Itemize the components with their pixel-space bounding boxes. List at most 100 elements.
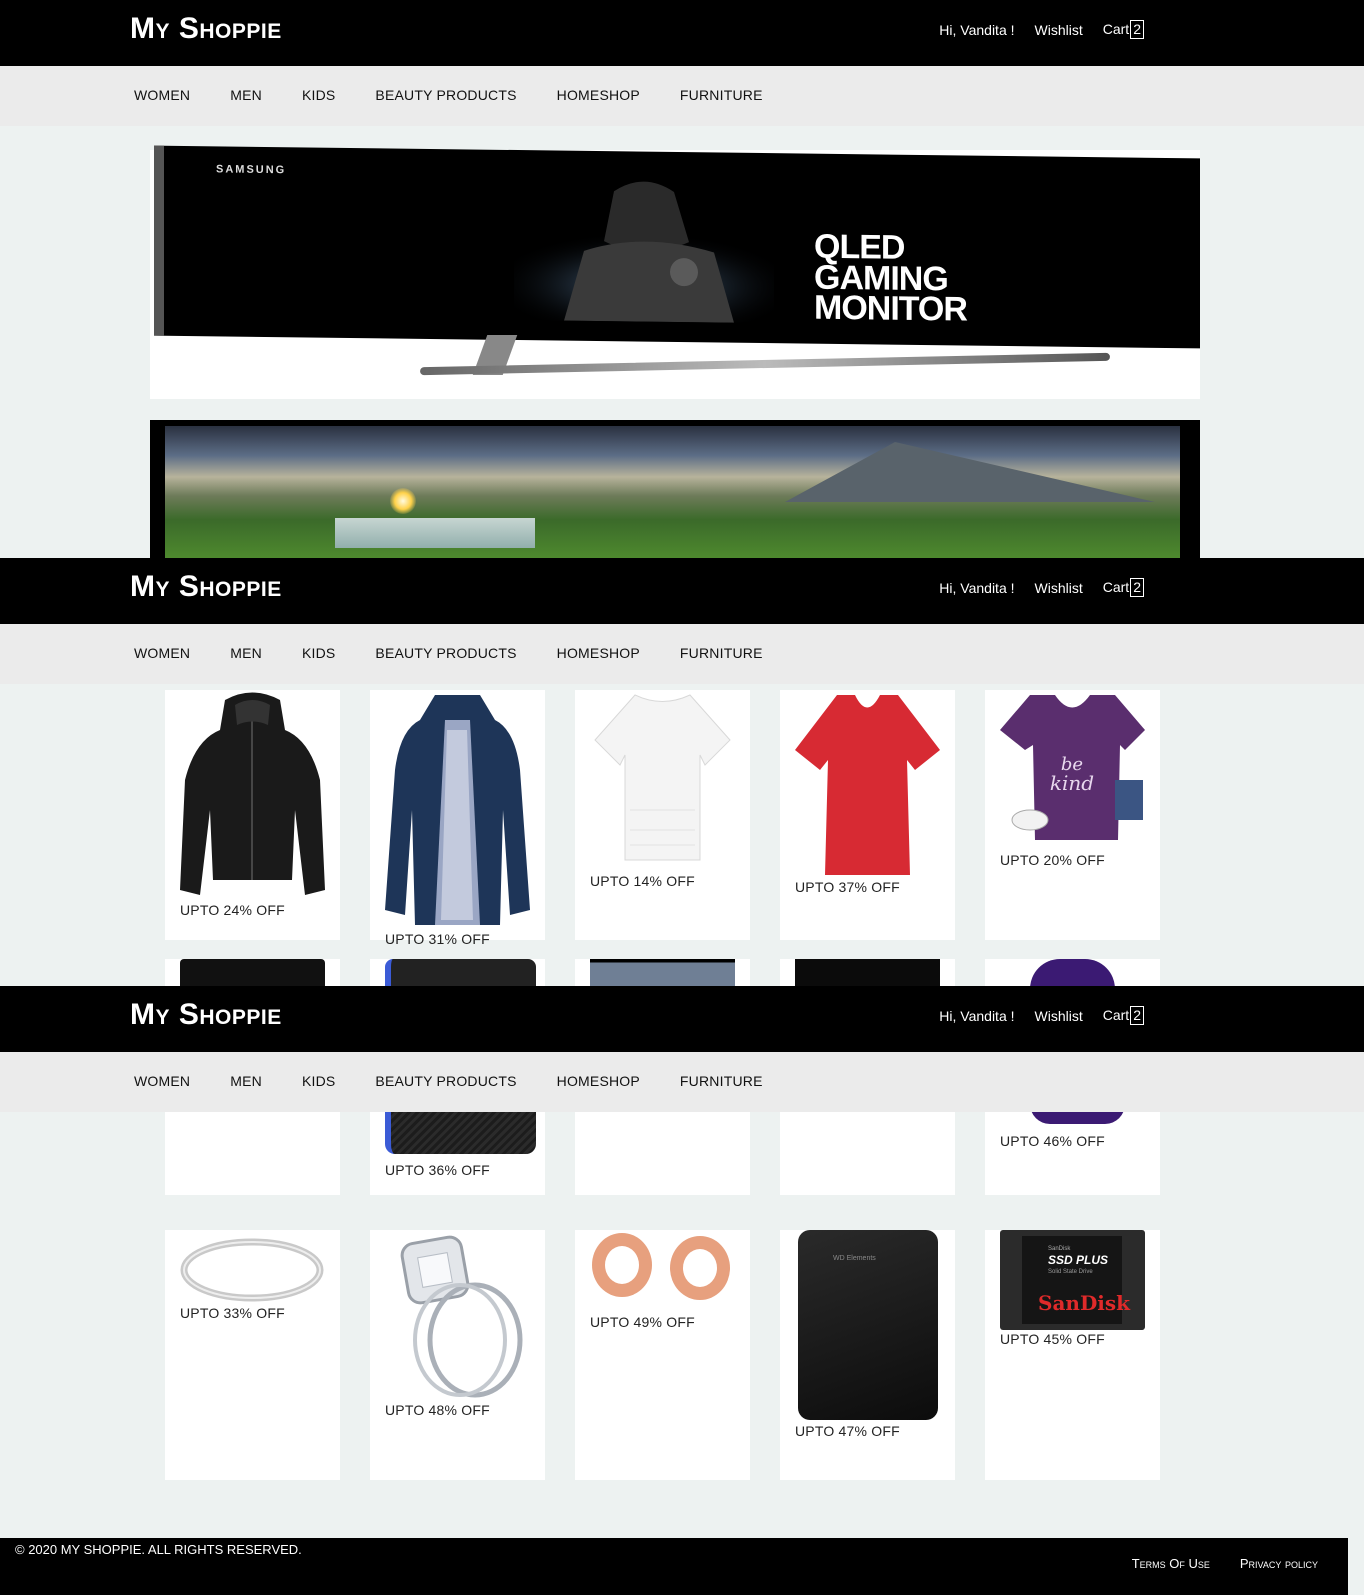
wishlist-link[interactable]: Wishlist — [1035, 1008, 1083, 1024]
purple-hoodie-icon — [1030, 959, 1115, 986]
menu-item-women[interactable]: WOMEN — [134, 645, 190, 661]
product-card[interactable] — [165, 959, 340, 986]
product-card[interactable]: WD Elements UPTO 47% OFF — [780, 1230, 955, 1480]
product-discount: UPTO 49% OFF — [590, 1314, 695, 1330]
landscape-monitor-banner[interactable] — [150, 420, 1200, 558]
menu-item-homeshop[interactable]: HOMESHOP — [557, 645, 640, 661]
menu-item-furniture[interactable]: FURNITURE — [680, 1073, 763, 1089]
user-greeting[interactable]: Hi, Vandita ! — [939, 1008, 1014, 1024]
product-discount: UPTO 14% OFF — [590, 873, 695, 889]
waterfall-shape — [335, 518, 535, 548]
wishlist-link[interactable]: Wishlist — [1035, 22, 1083, 38]
site-header: My Shoppie Hi, Vandita ! Wishlist Cart 2 — [0, 0, 1364, 66]
site-header: My Shoppie Hi, Vandita ! Wishlist Cart 2 — [0, 558, 1364, 624]
menu-item-beauty-products[interactable]: BEAUTY PRODUCTS — [375, 1073, 516, 1089]
ssd-title: SSD PLUS — [1048, 1253, 1109, 1267]
page-section-3: UPTO 36% OFF UPTO 46% OFF UPTO 33% OFF U… — [0, 986, 1364, 1538]
menu-item-homeshop[interactable]: HOMESHOP — [557, 87, 640, 103]
menu-item-beauty-products[interactable]: BEAUTY PRODUCTS — [375, 87, 516, 103]
product-discount: UPTO 45% OFF — [1000, 1331, 1105, 1347]
copyright-text: © 2020 MY SHOPPIE. ALL RIGHTS RESERVED. — [15, 1542, 302, 1557]
product-card[interactable]: UPTO 31% OFF — [370, 690, 545, 947]
user-nav: Hi, Vandita ! Wishlist Cart 2 — [939, 578, 1144, 597]
product-discount: UPTO 20% OFF — [1000, 852, 1105, 868]
product-card[interactable] — [780, 959, 955, 986]
product-discount: UPTO 24% OFF — [180, 902, 285, 918]
banner-brand: SAMSUNG — [216, 163, 287, 177]
cart-link[interactable]: Cart 2 — [1103, 1006, 1144, 1025]
site-header: My Shoppie Hi, Vandita ! Wishlist Cart 2 — [0, 986, 1364, 1052]
wishlist-link[interactable]: Wishlist — [1035, 580, 1083, 596]
cart-label: Cart — [1102, 1007, 1130, 1023]
dark-laptop-icon — [180, 959, 325, 986]
silver-ring-icon — [180, 1238, 324, 1302]
menu-item-women[interactable]: WOMEN — [134, 1073, 190, 1089]
product-card[interactable]: UPTO 48% OFF — [370, 1230, 545, 1480]
user-greeting[interactable]: Hi, Vandita ! — [939, 22, 1014, 38]
product-discount: UPTO 46% OFF — [1000, 1133, 1105, 1149]
product-discount: UPTO 37% OFF — [795, 879, 900, 895]
sun-shape — [390, 488, 416, 514]
white-top-icon — [594, 694, 731, 861]
category-menu: WOMEN MEN KIDS BEAUTY PRODUCTS HOMESHOP … — [0, 624, 1364, 684]
product-card[interactable] — [985, 959, 1160, 986]
sandisk-logo-text: SanDisk — [1038, 1291, 1131, 1315]
cart-count-badge: 2 — [1130, 20, 1144, 39]
mountain-shape — [785, 442, 1155, 502]
ssd-label-panel: SanDisk SSD PLUS Solid State Drive SanDi… — [1022, 1236, 1130, 1324]
site-logo[interactable]: My Shoppie — [130, 570, 282, 604]
user-nav: Hi, Vandita ! Wishlist Cart 2 — [939, 20, 1144, 39]
svg-text:kind: kind — [1050, 771, 1094, 795]
terms-of-use-link[interactable]: Terms Of Use — [1132, 1556, 1210, 1571]
monitor-icon — [590, 959, 735, 986]
product-discount: UPTO 33% OFF — [180, 1305, 285, 1321]
site-logo[interactable]: My Shoppie — [130, 12, 282, 46]
product-discount: UPTO 31% OFF — [385, 931, 490, 947]
product-card[interactable] — [575, 959, 750, 986]
black-leather-jacket-icon — [180, 692, 325, 895]
hdd-label: WD Elements — [833, 1255, 876, 1262]
menu-item-beauty-products[interactable]: BEAUTY PRODUCTS — [375, 645, 516, 661]
product-card[interactable]: be kind UPTO 20% OFF — [985, 690, 1160, 940]
red-tshirt-icon — [795, 695, 940, 875]
menu-item-homeshop[interactable]: HOMESHOP — [557, 1073, 640, 1089]
menu-item-men[interactable]: MEN — [230, 1073, 262, 1089]
menu-item-kids[interactable]: KIDS — [302, 645, 335, 661]
product-card[interactable]: UPTO 24% OFF — [165, 690, 340, 940]
ssd-small-text: SanDisk — [1048, 1246, 1071, 1252]
product-card[interactable]: SanDisk SSD PLUS Solid State Drive SanDi… — [985, 1230, 1160, 1480]
privacy-policy-link[interactable]: Privacy policy — [1240, 1556, 1318, 1571]
footer-links: Terms Of Use Privacy policy — [1132, 1556, 1318, 1571]
monitor-stand-base — [419, 352, 1111, 376]
menu-item-women[interactable]: WOMEN — [134, 87, 190, 103]
ear-plugs-icon — [592, 1233, 730, 1300]
navy-raincoat-icon — [385, 695, 530, 925]
product-card[interactable]: UPTO 37% OFF — [780, 690, 955, 940]
product-card[interactable]: UPTO 49% OFF — [575, 1230, 750, 1480]
menu-item-furniture[interactable]: FURNITURE — [680, 87, 763, 103]
user-greeting[interactable]: Hi, Vandita ! — [939, 580, 1014, 596]
purple-tshirt-icon: be kind — [1000, 695, 1145, 840]
ssd-subtitle: Solid State Drive — [1048, 1269, 1093, 1275]
product-card[interactable]: UPTO 14% OFF — [575, 690, 750, 940]
product-discount: UPTO 48% OFF — [385, 1402, 490, 1418]
cart-link[interactable]: Cart 2 — [1103, 578, 1144, 597]
site-logo[interactable]: My Shoppie — [130, 998, 282, 1032]
menu-item-men[interactable]: MEN — [230, 645, 262, 661]
page-section-1: My Shoppie Hi, Vandita ! Wishlist Cart 2 … — [0, 0, 1364, 558]
monitor-promo-banner[interactable]: SAMSUNG QLED GAMING MONITOR — [150, 145, 1200, 399]
menu-item-furniture[interactable]: FURNITURE — [680, 645, 763, 661]
menu-item-men[interactable]: MEN — [230, 87, 262, 103]
cart-count-badge: 2 — [1130, 578, 1144, 597]
headline-line-3: MONITOR — [814, 288, 967, 329]
cart-label: Cart — [1102, 579, 1130, 595]
product-card[interactable] — [370, 959, 545, 986]
menu-item-kids[interactable]: KIDS — [302, 87, 335, 103]
monitor-screen-image: SAMSUNG QLED GAMING MONITOR — [154, 145, 1200, 349]
cart-link[interactable]: Cart 2 — [1103, 20, 1144, 39]
page-section-2: My Shoppie Hi, Vandita ! Wishlist Cart 2 … — [0, 558, 1364, 986]
product-card[interactable]: UPTO 33% OFF — [165, 1230, 340, 1480]
cart-count-badge: 2 — [1130, 1006, 1144, 1025]
user-nav: Hi, Vandita ! Wishlist Cart 2 — [939, 1006, 1144, 1025]
menu-item-kids[interactable]: KIDS — [302, 1073, 335, 1089]
